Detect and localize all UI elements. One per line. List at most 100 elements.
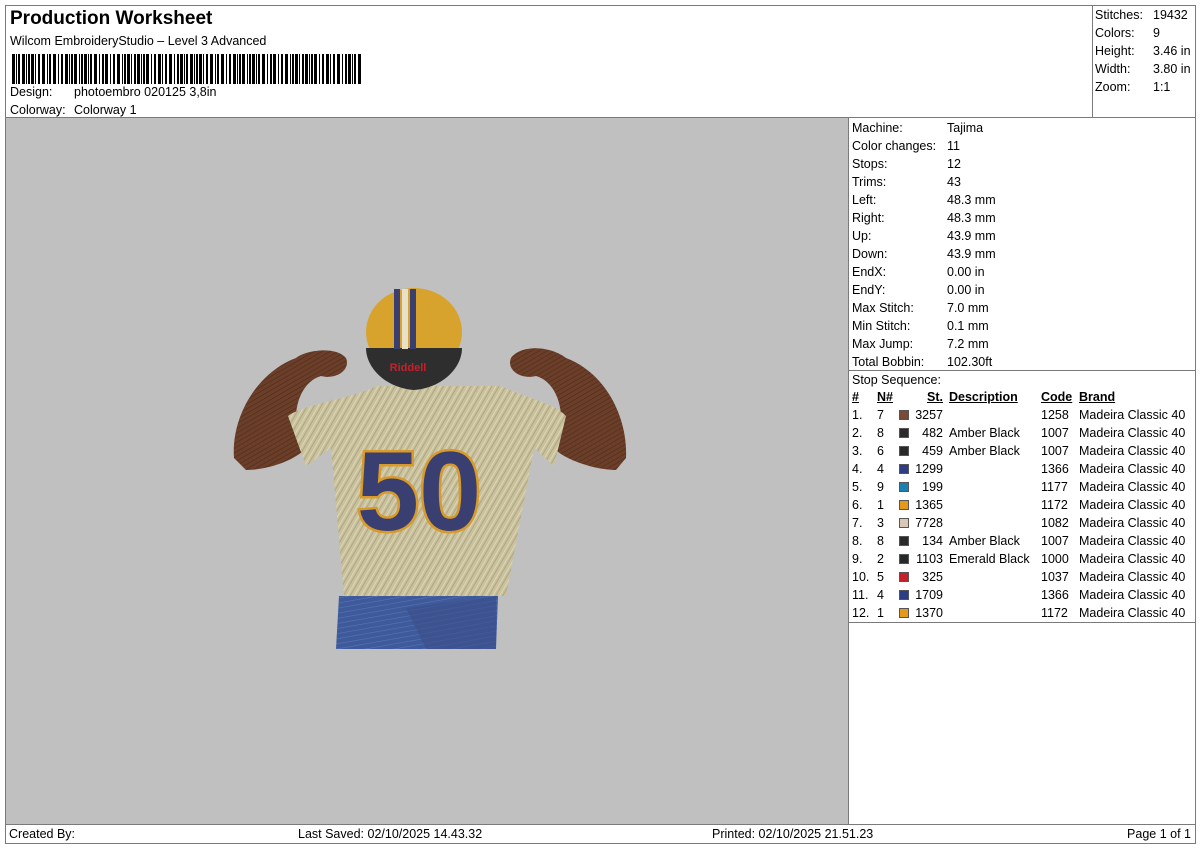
color-swatch bbox=[899, 428, 909, 438]
down-value: 43.9 mm bbox=[947, 247, 996, 261]
color-swatch bbox=[899, 554, 909, 564]
stop-stitches: 1365 bbox=[915, 498, 943, 512]
stop-needle: 3 bbox=[877, 516, 884, 530]
stop-needle: 8 bbox=[877, 534, 884, 548]
summary-height-value: 3.46 in bbox=[1153, 44, 1191, 58]
stop-sequence-panel: Stop Sequence: # N# St. Description Code… bbox=[848, 370, 1196, 825]
stop-brand: Madeira Classic 40 bbox=[1079, 516, 1186, 530]
summary-width-label: Width: bbox=[1095, 62, 1131, 76]
color-swatch bbox=[899, 500, 909, 510]
stop-row: 1. 7 3257 1258 Madeira Classic 40 bbox=[849, 406, 1195, 424]
stop-brand: Madeira Classic 40 bbox=[1079, 444, 1186, 458]
stop-code: 1172 bbox=[1041, 606, 1068, 620]
stop-code: 1007 bbox=[1041, 444, 1069, 458]
stop-description: Amber Black bbox=[949, 426, 1020, 440]
stop-stitches: 459 bbox=[922, 444, 943, 458]
color-swatch bbox=[899, 608, 909, 618]
stop-num: 4. bbox=[852, 462, 863, 476]
color-swatch bbox=[899, 590, 909, 600]
stop-brand: Madeira Classic 40 bbox=[1079, 408, 1186, 422]
up-label: Up: bbox=[852, 229, 872, 243]
right-label: Right: bbox=[852, 211, 885, 225]
stop-stitches: 482 bbox=[922, 426, 943, 440]
summary-width-value: 3.80 in bbox=[1153, 62, 1191, 76]
stop-row: 2. 8 482 Amber Black 1007 Madeira Classic 40 bbox=[849, 424, 1195, 442]
stop-brand: Madeira Classic 40 bbox=[1079, 462, 1186, 476]
stop-needle: 7 bbox=[877, 408, 884, 422]
jersey-number: 50 bbox=[354, 427, 484, 557]
stop-row: 7. 3 7728 1082 Madeira Classic 40 bbox=[849, 514, 1195, 532]
design-label: Design: bbox=[10, 85, 53, 99]
summary-zoom-label: Zoom: bbox=[1095, 80, 1131, 94]
stop-code: 1007 bbox=[1041, 426, 1069, 440]
color-swatch bbox=[899, 446, 909, 456]
stop-stitches: 134 bbox=[922, 534, 943, 548]
trims-label: Trims: bbox=[852, 175, 887, 189]
color-changes-label: Color changes: bbox=[852, 139, 937, 153]
design-value: photoembro 020125 3,8in bbox=[74, 85, 217, 99]
stop-sequence-divider bbox=[849, 622, 1195, 623]
stop-num: 10. bbox=[852, 570, 870, 584]
colorway-value: Colorway 1 bbox=[74, 103, 137, 117]
stop-code: 1082 bbox=[1041, 516, 1069, 530]
barcode bbox=[12, 54, 361, 84]
stop-row: 9. 2 1103 Emerald Black 1000 Madeira Classic … bbox=[849, 550, 1195, 568]
stop-stitches: 199 bbox=[922, 480, 943, 494]
trims-value: 43 bbox=[947, 175, 961, 189]
stop-description: Amber Black bbox=[949, 534, 1020, 548]
right-value: 48.3 mm bbox=[947, 211, 996, 225]
color-swatch bbox=[899, 464, 909, 474]
summary-height-label: Height: bbox=[1095, 44, 1135, 58]
stop-code: 1000 bbox=[1041, 552, 1069, 566]
col-brand: Brand bbox=[1079, 390, 1116, 404]
stop-stitches: 325 bbox=[922, 570, 943, 584]
color-swatch bbox=[899, 482, 909, 492]
left-value: 48.3 mm bbox=[947, 193, 996, 207]
summary-colors-label: Colors: bbox=[1095, 26, 1135, 40]
jersey-number-text: 50 bbox=[357, 429, 482, 554]
stop-brand: Madeira Classic 40 bbox=[1079, 606, 1186, 620]
stop-brand: Madeira Classic 40 bbox=[1079, 570, 1186, 584]
stops-value: 12 bbox=[947, 157, 961, 171]
endx-value: 0.00 in bbox=[947, 265, 985, 279]
col-description: Description bbox=[949, 390, 1018, 404]
helmet-brand: Riddell bbox=[390, 362, 427, 374]
page-title: Production Worksheet bbox=[10, 8, 213, 29]
min-stitch-value: 0.1 mm bbox=[947, 319, 989, 333]
stop-code: 1007 bbox=[1041, 534, 1069, 548]
design-preview: 50 Riddell bbox=[5, 117, 849, 825]
stop-needle: 4 bbox=[877, 588, 884, 602]
max-stitch-value: 7.0 mm bbox=[947, 301, 989, 315]
stop-num: 3. bbox=[852, 444, 863, 458]
color-swatch bbox=[899, 536, 909, 546]
col-num: # bbox=[852, 390, 859, 404]
stop-num: 12. bbox=[852, 606, 870, 620]
stop-row: 4. 4 1299 1366 Madeira Classic 40 bbox=[849, 460, 1195, 478]
col-stitches: St. bbox=[927, 390, 943, 404]
stop-row: 11. 4 1709 1366 Madeira Classic 40 bbox=[849, 586, 1195, 604]
endy-label: EndY: bbox=[852, 283, 886, 297]
stop-num: 8. bbox=[852, 534, 863, 548]
stop-row: 3. 6 459 Amber Black 1007 Madeira Classic 40 bbox=[849, 442, 1195, 460]
max-jump-value: 7.2 mm bbox=[947, 337, 989, 351]
color-swatch bbox=[899, 572, 909, 582]
stop-brand: Madeira Classic 40 bbox=[1079, 552, 1186, 566]
max-jump-label: Max Jump: bbox=[852, 337, 914, 351]
stop-num: 5. bbox=[852, 480, 863, 494]
stop-num: 6. bbox=[852, 498, 863, 512]
summary-colors-value: 9 bbox=[1153, 26, 1160, 40]
worksheet-header: Production Worksheet Wilcom EmbroiderySt… bbox=[5, 5, 1093, 118]
stop-row: 12. 1 1370 1172 Madeira Classic 40 bbox=[849, 604, 1195, 622]
stop-code: 1177 bbox=[1041, 480, 1068, 494]
total-bobbin-label: Total Bobbin: bbox=[852, 355, 925, 369]
summary-stitches-value: 19432 bbox=[1153, 8, 1188, 22]
stop-description: Amber Black bbox=[949, 444, 1020, 458]
summary-stitches-label: Stitches: bbox=[1095, 8, 1143, 22]
stops-label: Stops: bbox=[852, 157, 888, 171]
col-needle: N# bbox=[877, 390, 893, 404]
stop-needle: 2 bbox=[877, 552, 884, 566]
stop-stitches: 1299 bbox=[915, 462, 943, 476]
stop-code: 1258 bbox=[1041, 408, 1069, 422]
endy-value: 0.00 in bbox=[947, 283, 985, 297]
col-code: Code bbox=[1041, 390, 1073, 404]
